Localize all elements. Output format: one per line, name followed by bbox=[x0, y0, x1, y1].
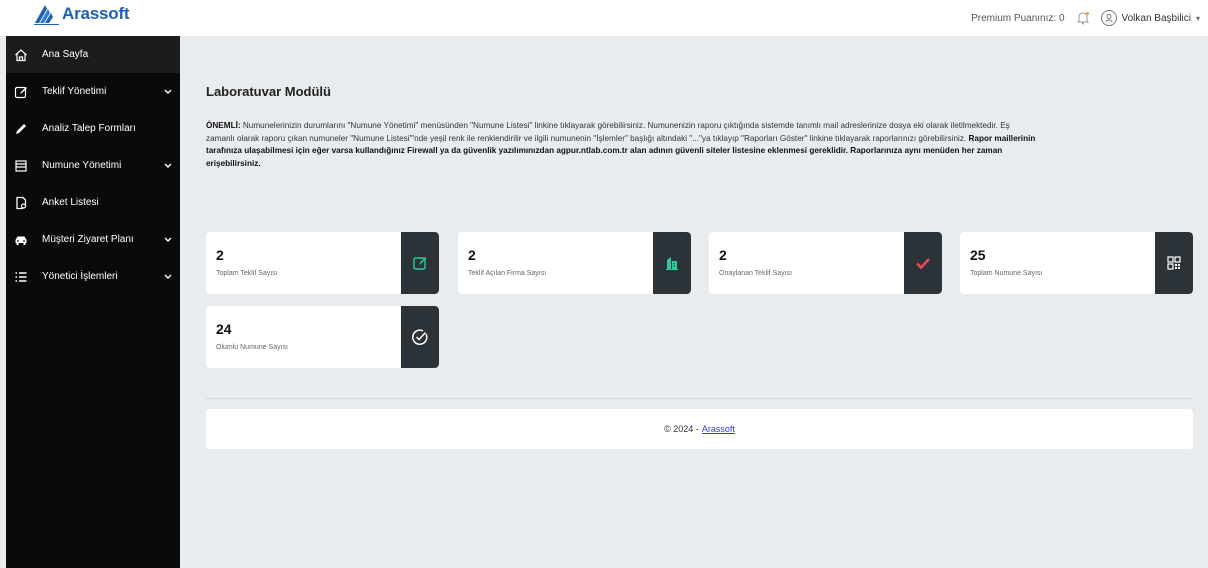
sidebar-item-label: Analiz Talep Formları bbox=[42, 123, 136, 134]
notice-text: Numunelerinizin durumlarını "Numune Yöne… bbox=[206, 121, 1010, 143]
page-title: Laboratuvar Modülü bbox=[206, 84, 331, 99]
sidebar-item-label: Müşteri Ziyaret Planı bbox=[42, 234, 134, 245]
car-icon bbox=[13, 232, 29, 248]
stat-card-toplam-teklif[interactable]: 2 Toplam Teklif Sayısı bbox=[206, 232, 439, 294]
divider bbox=[206, 398, 1193, 399]
stat-value: 24 bbox=[216, 321, 232, 337]
edit-icon bbox=[401, 232, 439, 294]
sidebar: Ana Sayfa Teklif Yönetimi Analiz Talep F… bbox=[6, 36, 180, 568]
sidebar-item-musteri-ziyaret-plani[interactable]: Müşteri Ziyaret Planı bbox=[6, 221, 180, 258]
sidebar-item-yonetici-islemleri[interactable]: Yönetici İşlemleri bbox=[6, 258, 180, 295]
brand-logo[interactable]: Arassoft bbox=[34, 3, 130, 25]
chevron-down-icon: ▾ bbox=[1195, 13, 1200, 23]
survey-icon bbox=[13, 195, 29, 211]
building-icon bbox=[653, 232, 691, 294]
important-notice: ÖNEMLİ: Numunelerinizin durumlarını "Num… bbox=[206, 120, 1036, 170]
stat-value: 2 bbox=[468, 247, 476, 263]
sidebar-item-label: Ana Sayfa bbox=[42, 49, 89, 60]
brand-name: Arassoft bbox=[62, 4, 130, 23]
stat-label: Toplam Numune Sayısı bbox=[970, 270, 1043, 277]
chevron-down-icon bbox=[164, 272, 172, 283]
list-icon bbox=[13, 269, 29, 285]
notification-bell-icon[interactable] bbox=[1075, 10, 1091, 26]
copyright-text: © 2024 - bbox=[664, 424, 699, 434]
chevron-down-icon bbox=[164, 87, 172, 98]
chevron-down-icon bbox=[164, 235, 172, 246]
box-icon bbox=[13, 158, 29, 174]
stat-label: Toplam Teklif Sayısı bbox=[216, 270, 278, 277]
sidebar-item-ana-sayfa[interactable]: Ana Sayfa bbox=[6, 36, 180, 73]
check-icon bbox=[904, 232, 942, 294]
stat-label: Olumlu Numune Sayısı bbox=[216, 344, 288, 351]
chevron-down-icon bbox=[164, 161, 172, 172]
sidebar-item-label: Teklif Yönetimi bbox=[42, 86, 107, 97]
notice-prefix: ÖNEMLİ: bbox=[206, 121, 241, 130]
stat-label: Onaylanan Teklif Sayısı bbox=[719, 270, 793, 277]
stat-value: 2 bbox=[719, 247, 727, 263]
stat-card-olumlu-numune[interactable]: 24 Olumlu Numune Sayısı bbox=[206, 306, 439, 368]
footer: © 2024 - Arassoft bbox=[206, 409, 1193, 449]
top-bar: Arassoft Premium Puanınız: 0 Volkan Başb… bbox=[0, 0, 1208, 36]
stat-value: 2 bbox=[216, 247, 224, 263]
stat-value: 25 bbox=[970, 247, 986, 263]
stat-card-teklif-acilan-firma[interactable]: 2 Teklif Açılan Firma Sayısı bbox=[458, 232, 691, 294]
sidebar-item-numune-yonetimi[interactable]: Numune Yönetimi bbox=[6, 147, 180, 184]
sidebar-item-label: Yönetici İşlemleri bbox=[42, 271, 118, 282]
pen-icon bbox=[13, 121, 29, 137]
stat-label: Teklif Açılan Firma Sayısı bbox=[468, 270, 547, 277]
premium-points: Premium Puanınız: 0 bbox=[971, 12, 1065, 24]
edit-icon bbox=[13, 84, 29, 100]
main-content: Laboratuvar Modülü ÖNEMLİ: Numuneleriniz… bbox=[180, 36, 1208, 568]
sidebar-item-label: Numune Yönetimi bbox=[42, 160, 122, 171]
qr-icon bbox=[1155, 232, 1193, 294]
user-name: Volkan Başbilici bbox=[1121, 12, 1191, 24]
sidebar-item-label: Anket Listesi bbox=[42, 197, 99, 208]
home-icon bbox=[13, 47, 29, 63]
check-circle-icon bbox=[401, 306, 439, 368]
sidebar-item-anket-listesi[interactable]: Anket Listesi bbox=[6, 184, 180, 221]
footer-brand-link[interactable]: Arassoft bbox=[702, 424, 735, 434]
user-menu[interactable]: Volkan Başbilici ▾ bbox=[1100, 10, 1200, 26]
logo-icon bbox=[34, 5, 59, 25]
stat-card-toplam-numune[interactable]: 25 Toplam Numune Sayısı bbox=[960, 232, 1193, 294]
sidebar-item-analiz-talep-formlari[interactable]: Analiz Talep Formları bbox=[6, 110, 180, 147]
sidebar-item-teklif-yonetimi[interactable]: Teklif Yönetimi bbox=[6, 73, 180, 110]
stat-card-onaylanan-teklif[interactable]: 2 Onaylanan Teklif Sayısı bbox=[709, 232, 942, 294]
user-avatar-icon bbox=[1100, 10, 1117, 26]
